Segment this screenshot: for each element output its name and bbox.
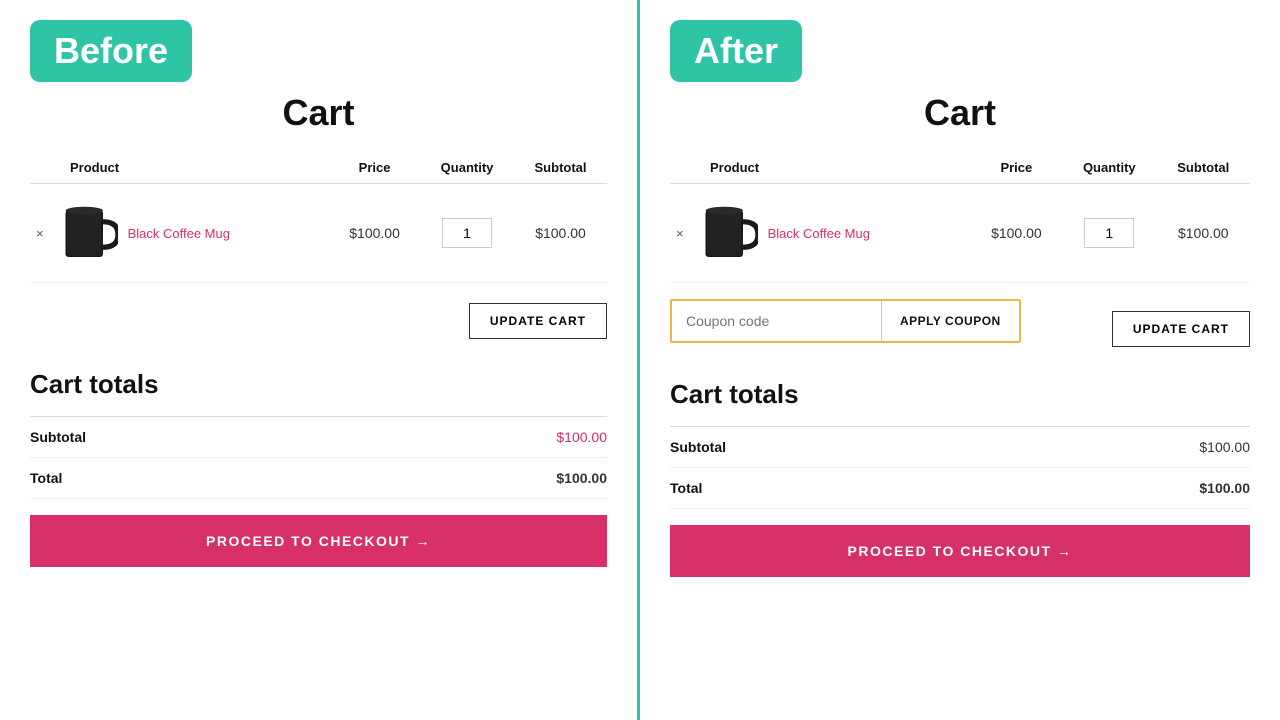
after-cart-totals-title: Cart totals xyxy=(670,379,1250,410)
after-panel: After Cart Product Price Quantity Subtot… xyxy=(640,0,1280,720)
after-total-row: Total $100.00 xyxy=(670,468,1250,509)
after-table-row: × Black Coffee Mug $100.00 $100.00 xyxy=(670,184,1250,283)
after-col-header-quantity: Quantity xyxy=(1062,152,1156,184)
before-actions-row: UPDATE CART xyxy=(30,299,607,339)
before-subtotal-value: $100.00 xyxy=(556,429,607,445)
after-col-header-price: Price xyxy=(971,152,1062,184)
after-product-link[interactable]: Black Coffee Mug xyxy=(768,226,870,241)
apply-coupon-button[interactable]: APPLY COUPON xyxy=(881,301,1019,341)
product-quantity xyxy=(420,184,514,283)
remove-item-icon[interactable]: × xyxy=(36,226,44,241)
after-product-subtotal: $100.00 xyxy=(1157,184,1250,283)
update-cart-button[interactable]: UPDATE CART xyxy=(469,303,607,339)
before-total-label: Total xyxy=(30,470,62,486)
after-product-price: $100.00 xyxy=(971,184,1062,283)
after-total-label: Total xyxy=(670,480,702,496)
after-totals-table: Subtotal $100.00 Total $100.00 xyxy=(670,426,1250,509)
after-update-cart-button[interactable]: UPDATE CART xyxy=(1112,311,1250,347)
after-subtotal-row: Subtotal $100.00 xyxy=(670,427,1250,468)
after-checkout-button[interactable]: PROCEED TO CHECKOUT → xyxy=(670,525,1250,577)
after-subtotal-label: Subtotal xyxy=(670,439,726,455)
after-total-value: $100.00 xyxy=(1199,480,1250,496)
after-col-header-subtotal: Subtotal xyxy=(1157,152,1250,184)
product-price: $100.00 xyxy=(329,184,420,283)
before-subtotal-row: Subtotal $100.00 xyxy=(30,417,607,458)
after-badge: After xyxy=(670,20,802,82)
after-cart-table: Product Price Quantity Subtotal × xyxy=(670,152,1250,283)
before-subtotal-label: Subtotal xyxy=(30,429,86,445)
after-quantity-input[interactable] xyxy=(1084,218,1134,248)
after-remove-item-icon[interactable]: × xyxy=(676,226,684,241)
table-row: × Black Coffee Mug $100.00 xyxy=(30,184,607,283)
after-product-quantity xyxy=(1062,184,1156,283)
after-cart-title: Cart xyxy=(670,92,1250,134)
after-product-image xyxy=(698,198,758,268)
before-checkout-button[interactable]: PROCEED TO CHECKOUT → xyxy=(30,515,607,567)
quantity-input[interactable] xyxy=(442,218,492,248)
before-cart-title: Cart xyxy=(30,92,607,134)
before-cart-table: Product Price Quantity Subtotal × xyxy=(30,152,607,283)
product-cell: × Black Coffee Mug xyxy=(30,184,329,283)
coupon-input[interactable] xyxy=(672,301,881,341)
after-actions-row: APPLY COUPON UPDATE CART xyxy=(670,299,1250,359)
col-header-price: Price xyxy=(329,152,420,184)
after-col-header-product: Product xyxy=(670,152,971,184)
after-subtotal-value: $100.00 xyxy=(1199,439,1250,455)
col-header-quantity: Quantity xyxy=(420,152,514,184)
before-total-value: $100.00 xyxy=(556,470,607,486)
after-product-cell: × Black Coffee Mug xyxy=(670,184,971,283)
col-header-subtotal: Subtotal xyxy=(514,152,607,184)
product-link[interactable]: Black Coffee Mug xyxy=(128,226,230,241)
product-subtotal: $100.00 xyxy=(514,184,607,283)
coupon-section: APPLY COUPON xyxy=(670,299,1021,343)
before-badge: Before xyxy=(30,20,192,82)
before-panel: Before Cart Product Price Quantity Subto… xyxy=(0,0,640,720)
product-image xyxy=(58,198,118,268)
before-cart-totals-title: Cart totals xyxy=(30,369,607,400)
before-totals-table: Subtotal $100.00 Total $100.00 xyxy=(30,416,607,499)
col-header-product: Product xyxy=(30,152,329,184)
before-total-row: Total $100.00 xyxy=(30,458,607,499)
